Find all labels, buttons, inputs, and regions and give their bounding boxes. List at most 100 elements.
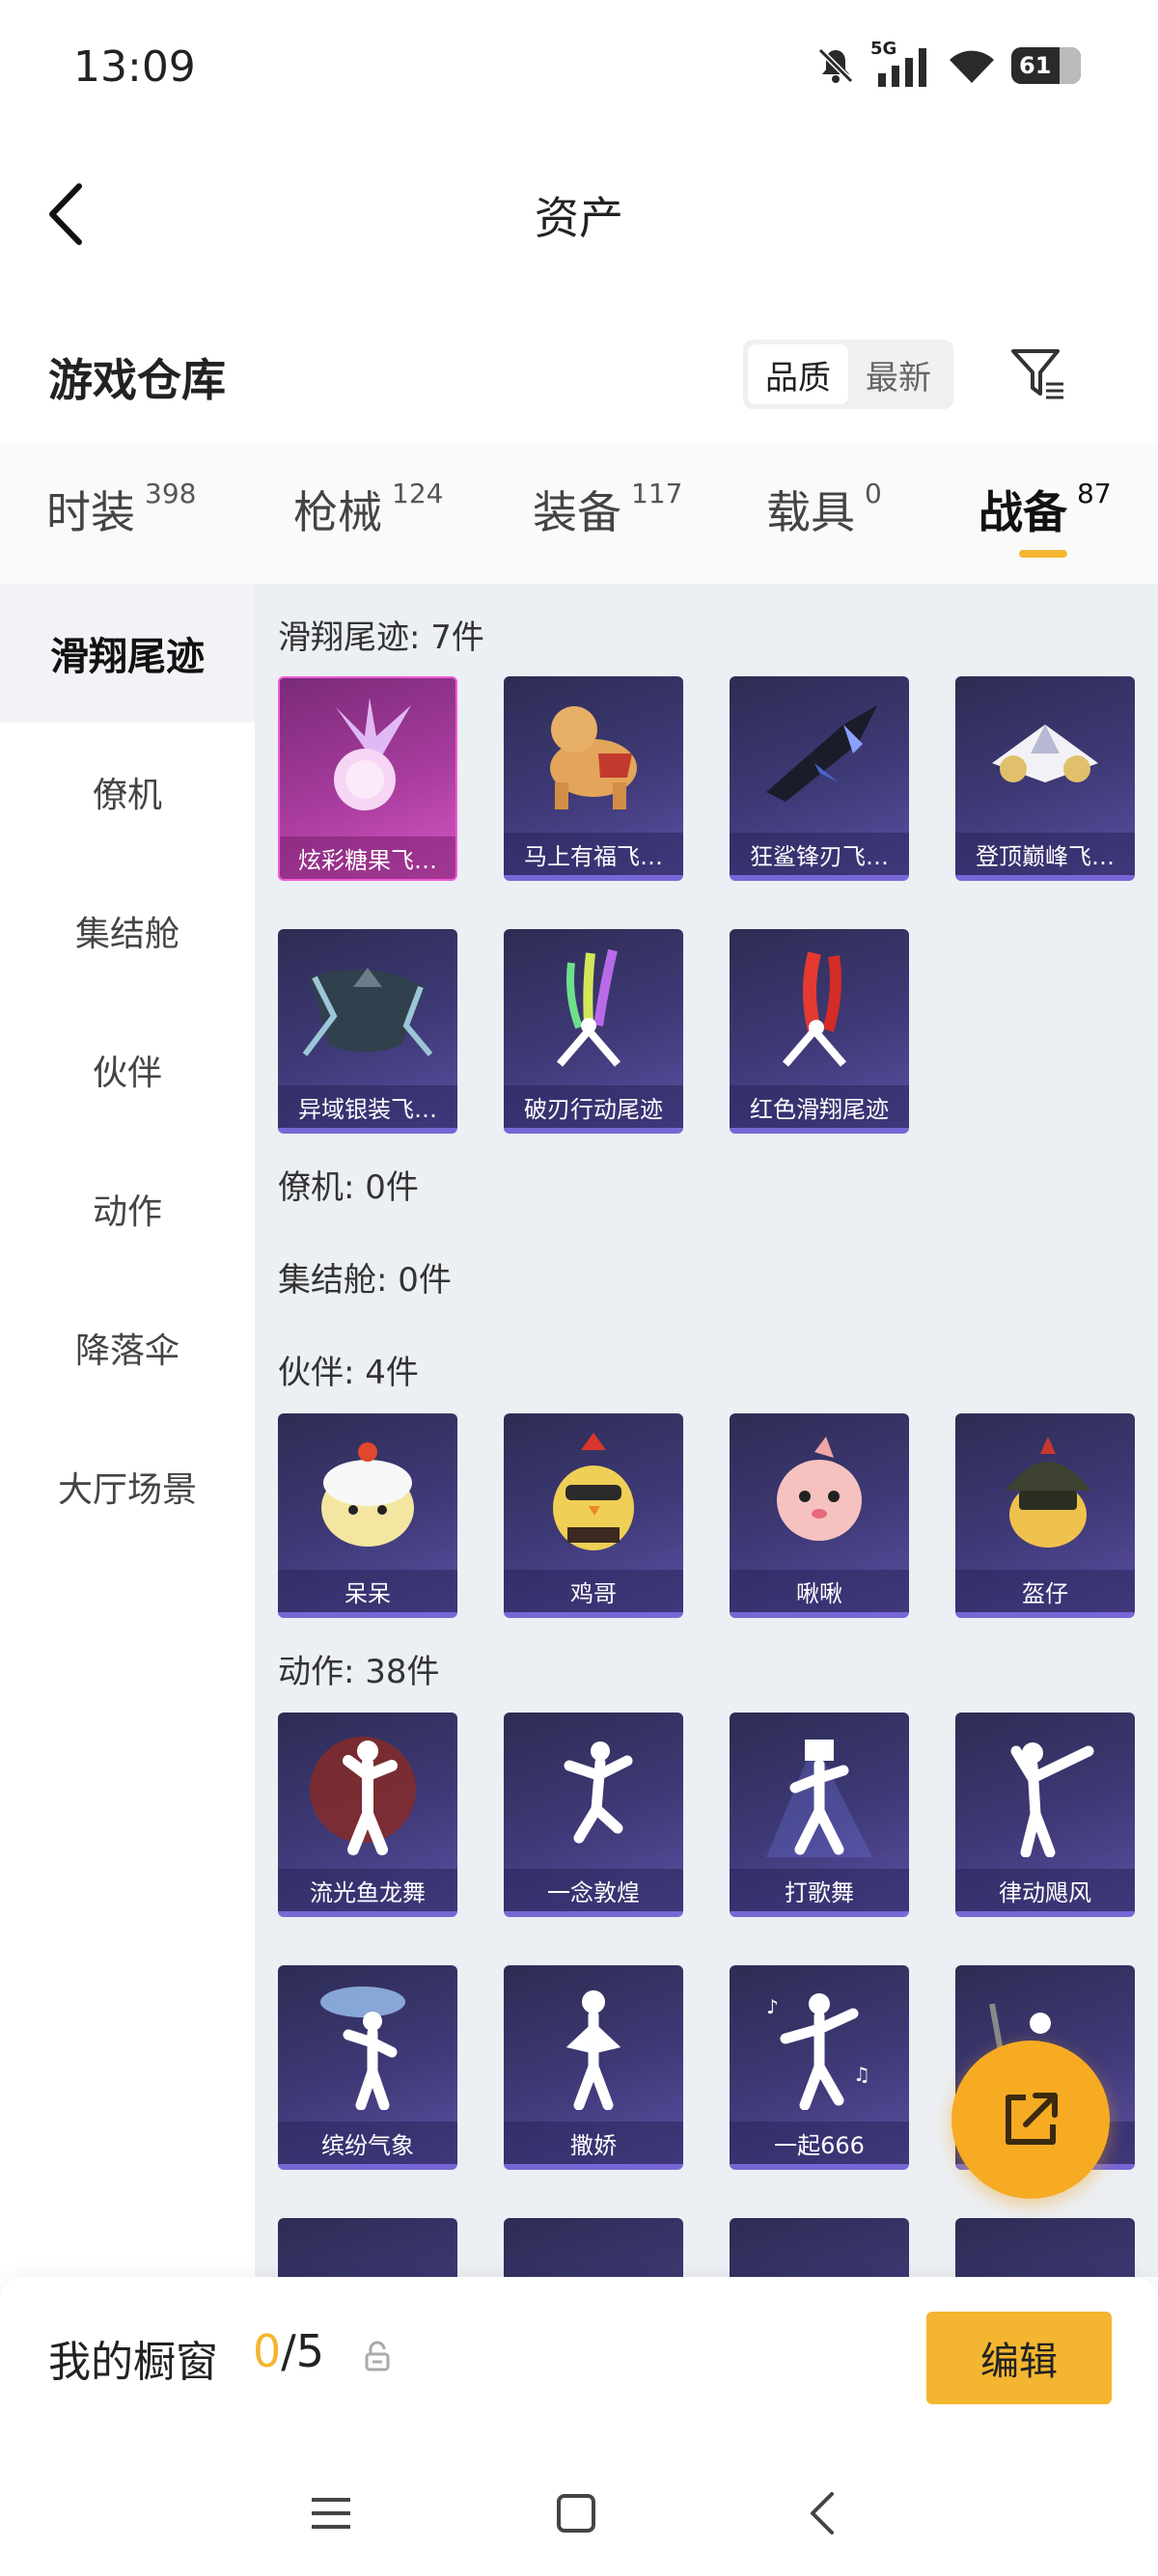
item-card[interactable]: 流光鱼龙舞 xyxy=(278,1713,457,1917)
share-button[interactable] xyxy=(951,2041,1110,2199)
section-title-wingman: 僚机: 0件 xyxy=(278,1168,419,1207)
lock-icon xyxy=(365,2341,390,2371)
sidebar-item-glide-trail[interactable]: 滑翔尾迹 xyxy=(0,584,255,723)
item-card[interactable] xyxy=(955,2218,1135,2277)
back-arrow-icon xyxy=(811,2492,834,2535)
tab-count: 87 xyxy=(1077,478,1112,509)
showcase-count: 0/5 xyxy=(253,2325,324,2377)
tab-label: 战备 xyxy=(979,486,1067,538)
system-navigation-bar xyxy=(0,2441,1158,2576)
status-time: 13:09 xyxy=(73,42,196,92)
item-name: 缤纷气象 xyxy=(278,2122,457,2164)
item-thumbnail xyxy=(730,1413,909,1568)
showcase-max: 5 xyxy=(295,2325,325,2377)
item-name: 红色滑翔尾迹 xyxy=(730,1085,909,1128)
sort-toggle: 品质 最新 xyxy=(743,340,953,409)
item-name: 炫彩糖果飞… xyxy=(280,836,455,879)
item-card[interactable]: 啾啾 xyxy=(730,1413,909,1618)
item-thumbnail xyxy=(730,2218,909,2277)
tab-firearms[interactable]: 枪械 124 xyxy=(293,478,443,541)
status-icons: 5G 61 xyxy=(814,39,1081,89)
item-thumbnail xyxy=(278,929,457,1083)
share-external-icon xyxy=(1006,2093,1058,2145)
sort-by-newest-option[interactable]: 最新 xyxy=(848,344,949,404)
item-card[interactable]: 狂鲨锋刃飞… xyxy=(730,676,909,881)
tab-label: 时装 xyxy=(46,486,135,538)
item-card[interactable] xyxy=(504,2218,683,2277)
section-title-glide: 滑翔尾迹: 7件 xyxy=(278,618,484,657)
item-thumbnail xyxy=(278,2218,457,2277)
tab-count: 117 xyxy=(631,478,683,509)
item-name: 马上有福飞… xyxy=(504,833,683,875)
showcase-current: 0 xyxy=(253,2325,282,2377)
mute-bell-icon xyxy=(817,47,854,84)
item-card[interactable]: 律动飓风 xyxy=(955,1713,1135,1917)
page-title: 资产 xyxy=(535,192,623,244)
tab-fashion[interactable]: 时装 398 xyxy=(46,478,196,541)
item-thumbnail xyxy=(280,678,455,833)
item-card[interactable]: 鸡哥 xyxy=(504,1413,683,1618)
item-thumbnail xyxy=(955,1413,1135,1568)
tab-equipment[interactable]: 装备 117 xyxy=(533,478,682,541)
item-thumbnail xyxy=(278,1965,457,2120)
item-thumbnail xyxy=(504,1713,683,1867)
showcase-separator: / xyxy=(281,2325,296,2377)
item-thumbnail xyxy=(504,1965,683,2120)
item-name: 登顶巅峰飞… xyxy=(955,833,1135,875)
system-back-button[interactable] xyxy=(787,2480,855,2547)
item-thumbnail xyxy=(504,1413,683,1568)
sidebar-item-wingman[interactable]: 僚机 xyxy=(0,723,255,862)
sidebar-item-lobby-scene[interactable]: 大厅场景 xyxy=(0,1417,255,1556)
item-thumbnail xyxy=(504,676,683,831)
sidebar-item-parachute[interactable]: 降落伞 xyxy=(0,1278,255,1417)
tab-label: 枪械 xyxy=(293,486,382,538)
item-thumbnail xyxy=(504,929,683,1083)
sort-by-quality-option[interactable]: 品质 xyxy=(748,344,848,404)
tab-count: 124 xyxy=(392,478,444,509)
tab-vehicles[interactable]: 载具 0 xyxy=(766,478,882,541)
item-thumbnail xyxy=(955,2218,1135,2277)
sidebar-item-partner[interactable]: 伙伴 xyxy=(0,1000,255,1139)
item-card[interactable]: 撒娇 xyxy=(504,1965,683,2170)
item-thumbnail xyxy=(955,676,1135,831)
item-card[interactable]: 盔仔 xyxy=(955,1413,1135,1618)
sidebar-item-emote[interactable]: 动作 xyxy=(0,1139,255,1278)
item-card[interactable]: 呆呆 xyxy=(278,1413,457,1618)
menu-icon xyxy=(312,2498,350,2529)
item-name: 狂鲨锋刃飞… xyxy=(730,833,909,875)
item-card[interactable]: 破刃行动尾迹 xyxy=(504,929,683,1134)
item-card[interactable]: 炫彩糖果飞… xyxy=(278,676,457,881)
item-card[interactable]: 登顶巅峰飞… xyxy=(955,676,1135,881)
filter-button[interactable] xyxy=(1004,340,1073,409)
app-header: 资产 xyxy=(0,154,1158,270)
item-card[interactable]: 打歌舞 xyxy=(730,1713,909,1917)
tab-war-supplies[interactable]: 战备 87 xyxy=(979,478,1112,541)
sidebar-item-capsule[interactable]: 集结舱 xyxy=(0,862,255,1000)
item-name: 呆呆 xyxy=(278,1570,457,1612)
item-thumbnail xyxy=(730,1713,909,1867)
battery-level: 61 xyxy=(1019,52,1052,79)
item-thumbnail xyxy=(955,1713,1135,1867)
item-card[interactable]: ♪ ♫ 一起666 xyxy=(730,1965,909,2170)
tab-count: 398 xyxy=(145,478,197,509)
item-thumbnail: ♪ ♫ xyxy=(730,1965,909,2120)
item-name: 律动飓风 xyxy=(955,1869,1135,1911)
edit-button[interactable]: 编辑 xyxy=(926,2312,1112,2404)
item-card[interactable] xyxy=(278,2218,457,2277)
item-card[interactable]: 异域银装飞… xyxy=(278,929,457,1134)
item-card[interactable] xyxy=(730,2218,909,2277)
item-card[interactable]: 红色滑翔尾迹 xyxy=(730,929,909,1134)
cellular-signal-icon: 5G xyxy=(870,39,932,89)
home-button[interactable] xyxy=(542,2480,610,2547)
item-name: 盔仔 xyxy=(955,1570,1135,1612)
item-card[interactable]: 马上有福飞… xyxy=(504,676,683,881)
recent-apps-button[interactable] xyxy=(297,2480,365,2547)
item-card[interactable]: 缤纷气象 xyxy=(278,1965,457,2170)
item-name: 一念敦煌 xyxy=(504,1869,683,1911)
item-thumbnail xyxy=(504,2218,683,2277)
item-name: 打歌舞 xyxy=(730,1869,909,1911)
wifi-icon xyxy=(950,50,994,83)
tab-label: 装备 xyxy=(533,486,621,538)
item-card[interactable]: 一念敦煌 xyxy=(504,1713,683,1917)
item-thumbnail xyxy=(730,676,909,831)
